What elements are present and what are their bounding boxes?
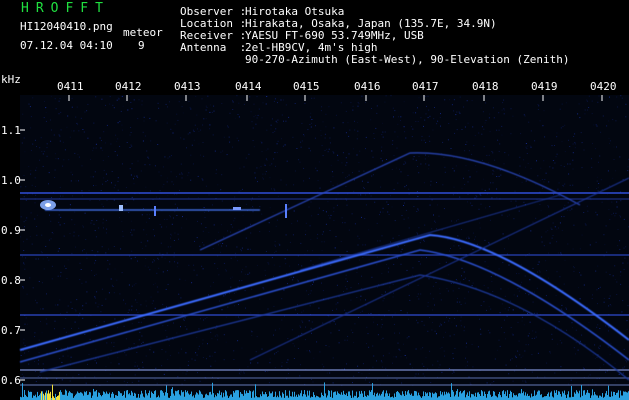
time-tick-label: 0413: [174, 80, 201, 93]
app-logo: HROFFT: [21, 1, 110, 16]
time-tick-label: 0416: [354, 80, 381, 93]
time-tick-label: 0419: [531, 80, 558, 93]
time-tick-label: 0418: [472, 80, 499, 93]
meteor-count: 9: [138, 39, 145, 52]
frequency-unit-label: kHz: [1, 73, 21, 86]
date-time: 07.12.04 04:10: [20, 39, 113, 52]
time-tick-label: 0411: [57, 80, 84, 93]
frequency-tick-label: 0.9: [1, 224, 21, 237]
frequency-tick-label: 1.1: [1, 124, 21, 137]
frequency-tick-label: 0.7: [1, 324, 21, 337]
time-tick-label: 0417: [412, 80, 439, 93]
time-tick-label: 0415: [293, 80, 320, 93]
time-tick-label: 0420: [590, 80, 617, 93]
antenna-direction: 90-270-Azimuth (East-West), 90-Elevation…: [245, 53, 570, 66]
file-name: HI12040410.png: [20, 20, 113, 33]
frequency-tick-label: 1.0: [1, 174, 21, 187]
frequency-tick-label: 0.6: [1, 374, 21, 387]
antenna-key: Antenna :: [180, 41, 247, 54]
meteor-label: meteor: [123, 26, 163, 39]
time-tick-label: 0414: [235, 80, 262, 93]
time-tick-label: 0412: [115, 80, 142, 93]
frequency-tick-label: 0.8: [1, 274, 21, 287]
